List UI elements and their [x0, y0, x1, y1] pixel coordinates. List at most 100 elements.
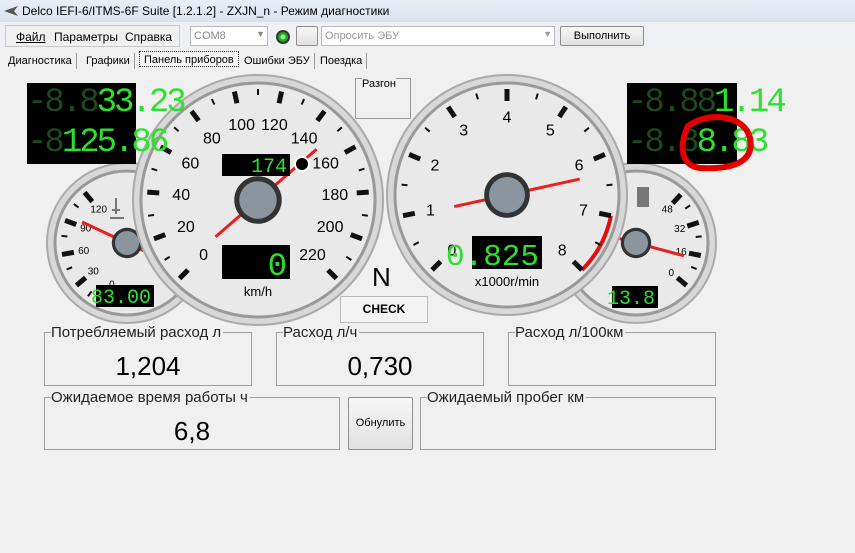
tab-bar: Диагностика Графики Панель приборов Ошиб…	[0, 50, 855, 70]
odometer: 174	[251, 156, 287, 179]
needle-hub	[239, 181, 277, 219]
tick-label: 180	[321, 187, 348, 204]
tab-diagnostics[interactable]: Диагностика	[4, 53, 77, 69]
tick-label: 120	[261, 117, 288, 134]
toolbar: Файл Параметры Справка COM8 ▼ Опросить ЭБ…	[0, 22, 855, 50]
fuel-rate-100km-panel: Расход л/100км	[508, 324, 716, 386]
rpm-digital: 0.825	[446, 240, 539, 275]
tab-ecu-errors[interactable]: Ошибки ЭБУ	[240, 53, 315, 69]
tick-label: 160	[312, 155, 339, 172]
window-title: Delco IEFI-6/ITMS-6F Suite [1.2.1.2] - Z…	[22, 4, 390, 18]
menu-help[interactable]: Справка	[125, 30, 172, 44]
major-tick	[61, 249, 75, 257]
tick-label: 0	[199, 247, 208, 264]
panel-value: 6,8	[173, 416, 211, 446]
major-tick	[598, 210, 612, 219]
check-engine-indicator: CHECK	[340, 296, 428, 323]
port-select[interactable]: COM8 ▼	[190, 26, 268, 46]
title-bar: Delco IEFI-6/ITMS-6F Suite [1.2.1.2] - Z…	[0, 0, 855, 22]
expected-range-panel: Ожидаемый пробег км	[420, 389, 716, 450]
tick-label: 200	[317, 219, 344, 236]
tick-label: 140	[291, 131, 318, 148]
ecu-query-select[interactable]: Опросить ЭБУ ▼	[321, 26, 555, 46]
tab-dashboard[interactable]: Панель приборов	[139, 51, 239, 67]
tick-label: 3	[459, 122, 468, 139]
menu-bar: Файл Параметры Справка	[5, 25, 180, 47]
tick-label: 1	[426, 203, 435, 220]
major-tick	[686, 220, 700, 229]
minor-tick	[361, 213, 369, 217]
rpm-unit: x1000r/min	[475, 274, 539, 289]
consumed-fuel-panel: Потребляемый расход л 1,204	[44, 324, 252, 386]
needle-hub	[489, 177, 525, 213]
tick-label: 40	[172, 187, 190, 204]
fuel-pump-icon	[637, 187, 649, 207]
panel-label: Ожидаемое время работы ч	[51, 389, 250, 406]
major-tick	[688, 250, 702, 258]
tick-label: 32	[674, 224, 686, 235]
tick-label: 120	[90, 205, 107, 216]
tab-graphs[interactable]: Графики	[82, 53, 135, 69]
connection-led-icon	[276, 30, 290, 44]
panel-value: 1,204	[115, 351, 181, 381]
speed-unit: km/h	[244, 284, 272, 299]
tick-label: 8	[558, 242, 567, 259]
panel-label: Расход л/ч	[283, 324, 360, 341]
chevron-down-icon: ▼	[256, 29, 265, 39]
acceleration-box: Разгон	[355, 78, 411, 119]
indicator-dot	[294, 156, 310, 172]
chevron-down-icon: ▼	[543, 29, 552, 39]
minor-tick	[695, 235, 702, 238]
menu-parameters[interactable]: Параметры	[54, 30, 118, 44]
fuel-digital: 13.8	[607, 288, 655, 311]
tick-label: 4	[503, 109, 512, 126]
speed-digital: 0	[268, 248, 287, 285]
tick-label: 48	[662, 205, 674, 216]
gear-indicator: N	[372, 262, 391, 292]
tab-trip[interactable]: Поездка	[316, 53, 368, 69]
menu-file[interactable]: Файл	[16, 30, 46, 44]
tick-label: 80	[203, 131, 221, 148]
minor-tick	[401, 183, 408, 187]
panel-label: Расход л/100км	[515, 324, 626, 341]
query-placeholder: Опросить ЭБУ	[325, 30, 400, 42]
tick-label: 220	[299, 247, 326, 264]
acceleration-label: Разгон	[362, 78, 396, 90]
major-tick	[231, 91, 240, 104]
app-icon	[4, 6, 18, 16]
tick-label: 60	[78, 246, 90, 257]
lcd-left: -8.833.23 -8125.86	[27, 83, 187, 164]
tick-label: 0	[668, 268, 674, 279]
expected-runtime-panel: Ожидаемое время работы ч 6,8	[44, 389, 340, 450]
tick-label: 5	[546, 122, 555, 139]
tick-label: 6	[575, 157, 584, 174]
minor-tick	[61, 234, 68, 238]
port-value: COM8	[194, 30, 226, 42]
tick-label: 30	[88, 267, 100, 278]
fuel-rate-hour-panel: Расход л/ч 0,730	[276, 324, 484, 386]
major-tick	[276, 91, 285, 104]
temperature-digital: 83.00	[91, 287, 151, 310]
panel-label: Потребляемый расход л	[51, 324, 224, 341]
lcd-left-top: 33.23	[96, 84, 187, 122]
panel-value: 0,730	[347, 351, 413, 381]
needle-hub	[624, 231, 648, 255]
red-highlight-circle	[679, 113, 754, 172]
needle-hub	[115, 231, 139, 255]
major-tick	[402, 210, 416, 219]
tick-label: 100	[228, 117, 255, 134]
tick-label: 2	[430, 157, 439, 174]
minor-tick	[606, 183, 613, 187]
reset-button[interactable]: Обнулить	[348, 397, 413, 450]
tick-label: 60	[182, 155, 200, 172]
panel-label: Ожидаемый пробег км	[427, 389, 587, 406]
execute-button[interactable]: Выполнить	[560, 26, 644, 46]
tachometer: 0123456780.825x1000r/min	[386, 74, 628, 316]
lcd-left-bottom: 125.86	[61, 124, 169, 162]
major-tick	[356, 189, 369, 196]
tick-label: 7	[579, 203, 588, 220]
tick-label: 20	[177, 219, 195, 236]
major-tick	[147, 189, 160, 196]
minor-tick	[147, 213, 155, 217]
blank-button[interactable]	[296, 26, 318, 46]
